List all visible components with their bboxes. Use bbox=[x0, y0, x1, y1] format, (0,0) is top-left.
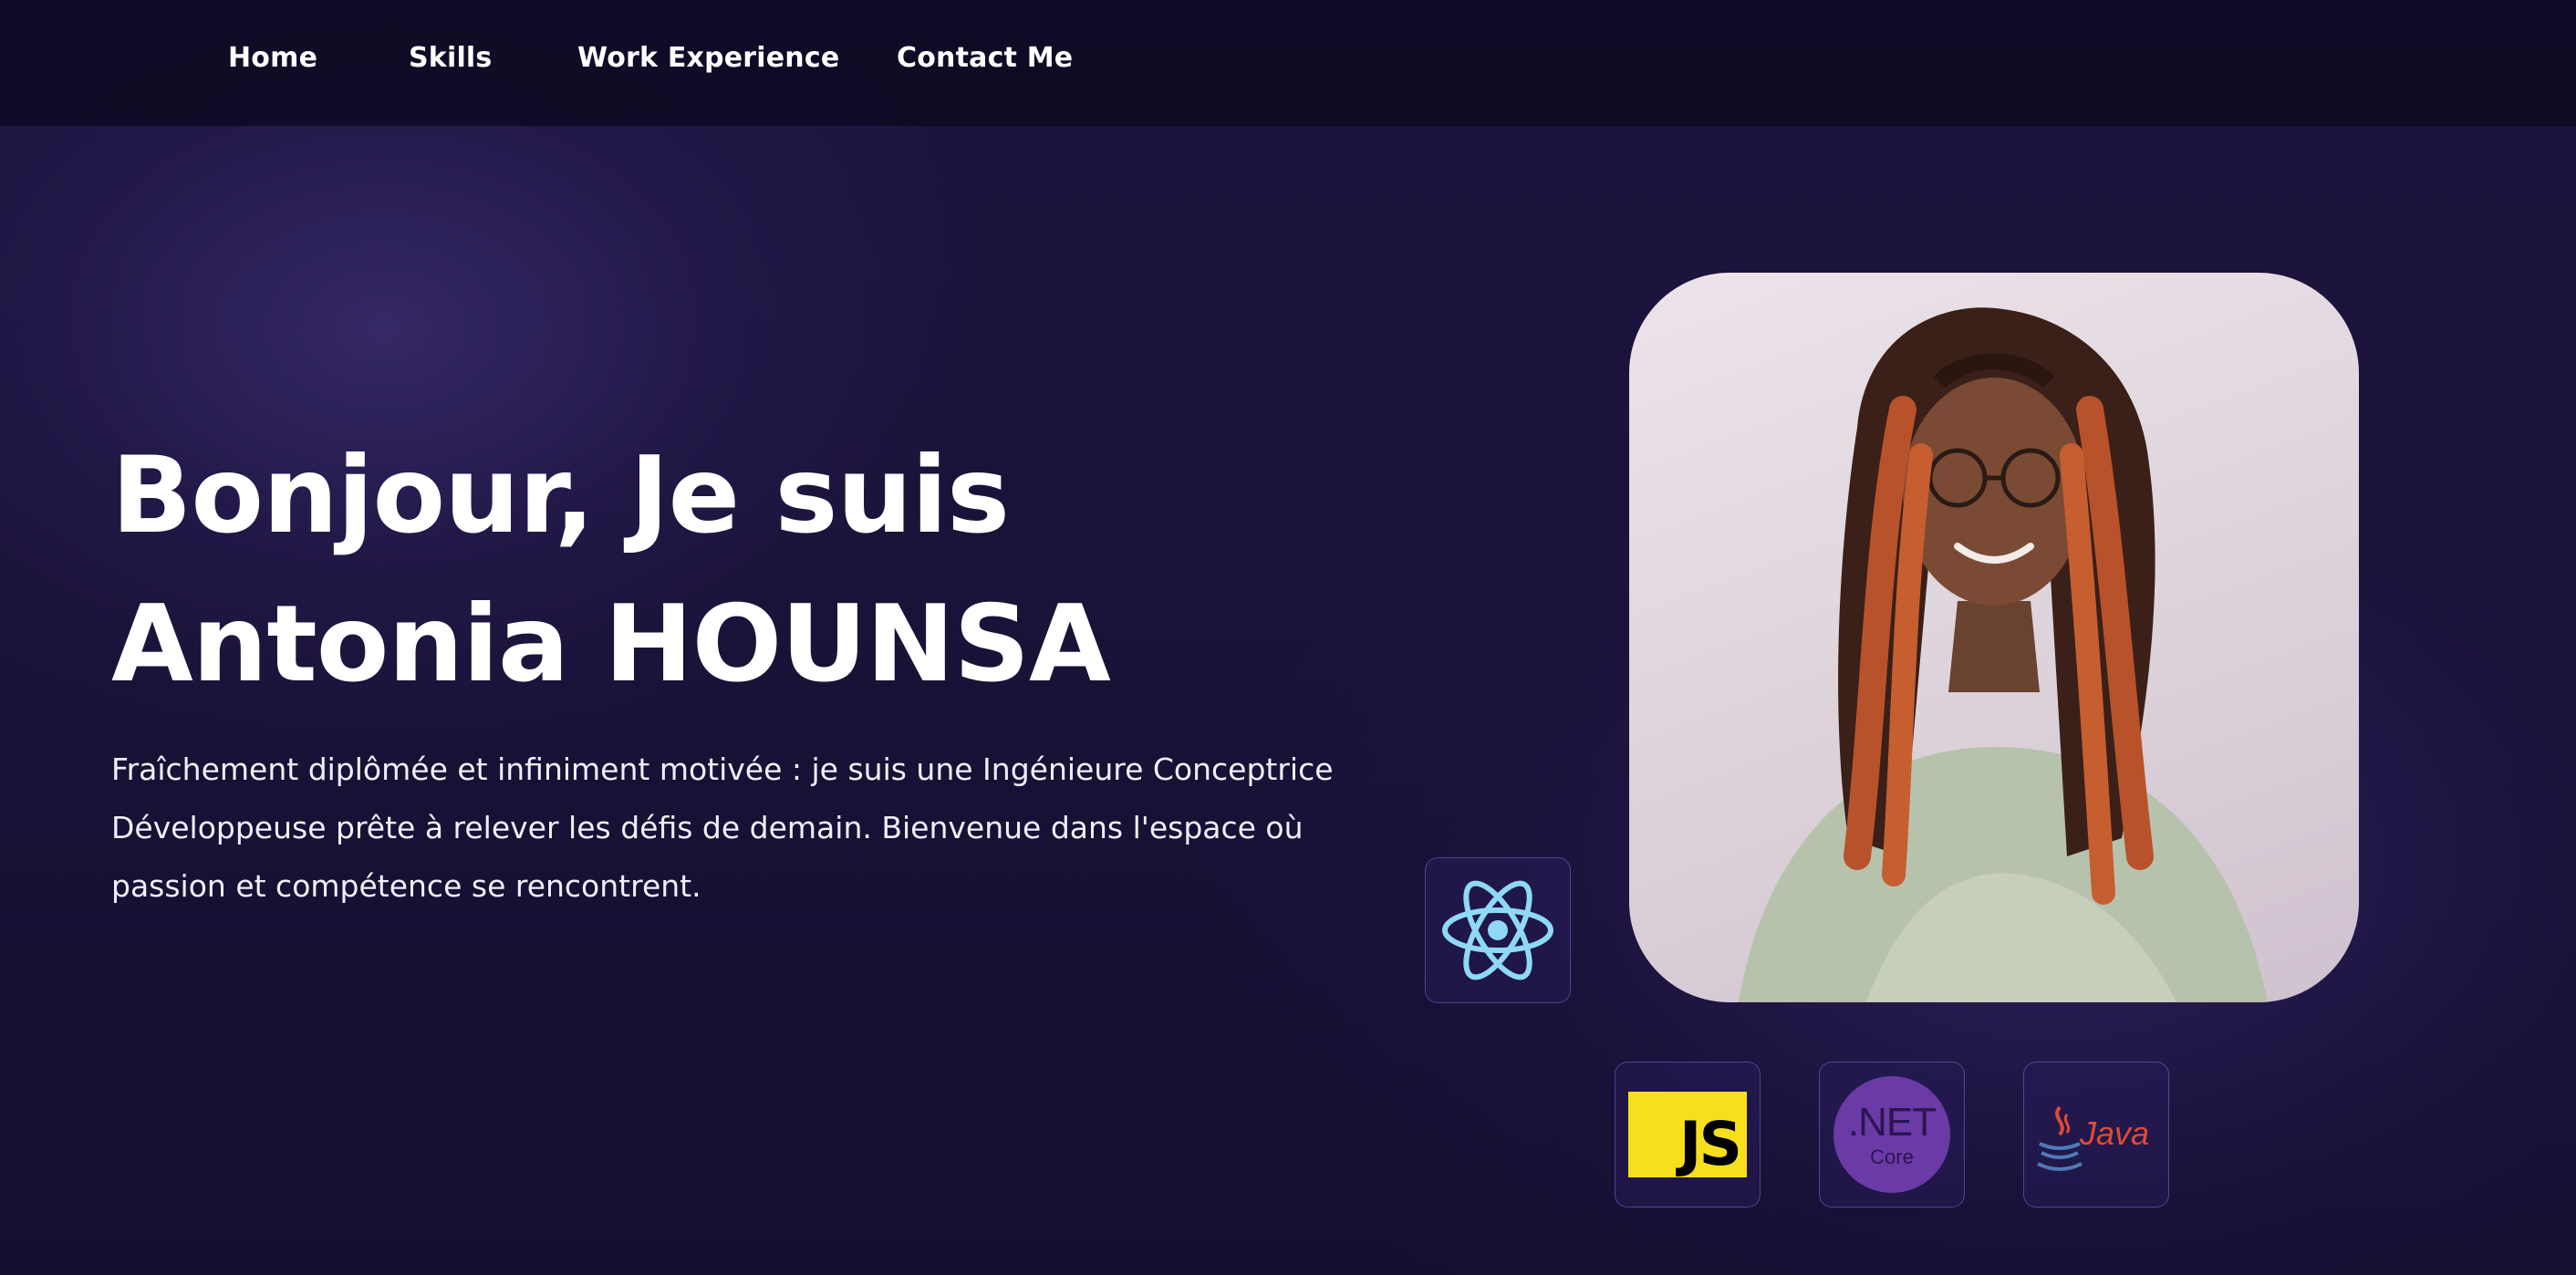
tech-badge-dotnet: .NET Core bbox=[1819, 1062, 1965, 1208]
profile-photo bbox=[1629, 273, 2359, 1002]
nav-link-skills[interactable]: Skills bbox=[409, 42, 492, 74]
top-navbar: Home Skills Work Experience Contact Me bbox=[0, 0, 2576, 126]
nav-link-work-experience[interactable]: Work Experience bbox=[577, 42, 839, 74]
dotnet-core-icon: .NET Core bbox=[1833, 1076, 1950, 1193]
tech-badge-react bbox=[1425, 857, 1571, 1003]
intro-line-3: passion et compétence se rencontrent. bbox=[111, 868, 701, 904]
dotnet-logo-text: .NET bbox=[1847, 1100, 1937, 1145]
intro-line-2: Développeuse prête à relever les défis d… bbox=[111, 810, 1304, 845]
react-icon bbox=[1442, 880, 1553, 980]
dotnet-logo-subtext: Core bbox=[1870, 1145, 1914, 1168]
intro-line-1: Fraîchement diplômée et infiniment motiv… bbox=[111, 752, 1334, 787]
nav-link-home[interactable]: Home bbox=[228, 42, 317, 74]
portrait-illustration bbox=[1739, 307, 2268, 1002]
headline-line-1: Bonjour, Je suis bbox=[111, 434, 1010, 557]
nav-link-contact-me[interactable]: Contact Me bbox=[897, 42, 1073, 74]
java-cup-icon bbox=[2037, 1105, 2083, 1171]
tech-badge-javascript: JS bbox=[1615, 1062, 1761, 1208]
java-logo-text: Java bbox=[2080, 1114, 2150, 1152]
javascript-icon: JS bbox=[1628, 1092, 1747, 1177]
hero-intro-text: Fraîchement diplômée et infiniment motiv… bbox=[111, 741, 1334, 916]
tech-badge-java: Java bbox=[2023, 1062, 2169, 1208]
java-icon: Java bbox=[2032, 1089, 2160, 1180]
hero-headline: Bonjour, Je suis Antonia HOUNSA bbox=[111, 421, 1388, 719]
headline-line-2: Antonia HOUNSA bbox=[111, 583, 1111, 706]
javascript-logo-text: JS bbox=[1678, 1109, 1742, 1179]
